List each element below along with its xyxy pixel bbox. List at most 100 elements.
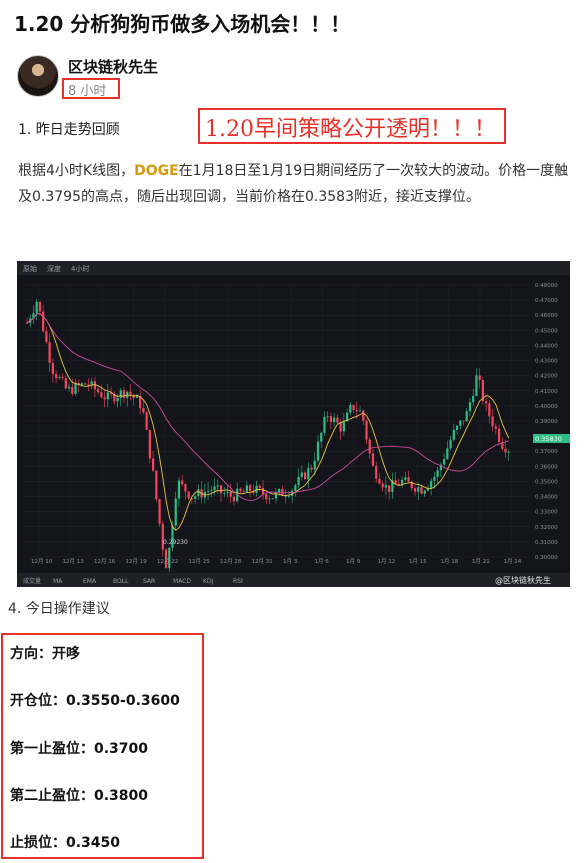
price-tick-label: 0.34000 (535, 495, 558, 501)
candle-body (61, 377, 64, 379)
chart-indicator-tab[interactable]: MA (53, 578, 63, 585)
chart-toolbar-interval[interactable]: 4小时 (71, 264, 89, 273)
chart-bottom-bar (17, 573, 570, 587)
op-entry: 开仓位：0.3550-0.3600 (10, 693, 180, 709)
candle-body (119, 390, 122, 398)
price-tick-label: 0.30000 (535, 555, 558, 561)
candle-body (310, 467, 313, 470)
candle-body (436, 470, 439, 477)
candle-body (413, 488, 417, 492)
date-tick-label: 12月 13 (63, 558, 85, 565)
candle-body (35, 301, 38, 314)
price-tick-label: 0.48000 (535, 283, 558, 289)
author-name[interactable]: 区块链秋先生 (68, 56, 158, 77)
candle-body (174, 498, 177, 526)
price-tick-label: 0.43000 (535, 359, 558, 365)
candle-body (261, 487, 265, 495)
candle-body (339, 422, 342, 432)
candle-body (417, 487, 420, 492)
candle-body (507, 451, 510, 453)
price-tick-label: 0.37000 (535, 449, 558, 455)
date-tick-label: 12月 28 (220, 558, 242, 565)
candle-body (55, 374, 58, 379)
candle-body (216, 485, 219, 487)
candle-body (465, 411, 468, 422)
current-price-label: 0.35830 (535, 435, 562, 443)
candle-body (103, 397, 106, 400)
date-tick-label: 12月 10 (31, 558, 53, 565)
date-axis: 12月 10 12月 13 12月 16 12月 19 12月 22 12月 25 12月 … (31, 558, 522, 565)
chart-indicator-tab[interactable]: KDJ (203, 578, 214, 585)
candle-body (74, 382, 77, 394)
chart-toolbar-original[interactable]: 原始 (23, 264, 37, 273)
low-price-label: 0.29230 (163, 539, 188, 546)
chart-indicator-tab[interactable]: EMA (83, 578, 97, 585)
candle-body (155, 470, 158, 500)
candle-body (232, 496, 236, 502)
candle-body (122, 390, 126, 398)
candle-body (206, 490, 210, 492)
date-tick-label: 1月 3 (283, 558, 298, 565)
price-tick-label: 0.33000 (535, 510, 558, 516)
chart-indicator-tab[interactable]: MACD (173, 578, 191, 585)
section-heading-review: 1. 昨日走势回顾 (18, 122, 120, 138)
candle-body (268, 498, 271, 500)
price-axis: 0.48000 0.47000 0.46000 0.45000 0.44000 0.430… (535, 283, 558, 561)
candle-body (242, 491, 245, 493)
candle-body (455, 425, 459, 431)
chart-indicator-tab[interactable]: SAR (143, 578, 155, 585)
candle-body (64, 378, 67, 389)
price-tick-label: 0.44000 (535, 343, 558, 349)
price-tick-label: 0.32000 (535, 525, 558, 531)
candle-body (472, 395, 475, 403)
chart-watermark: @区块链秋先生 (495, 575, 551, 585)
candle-body (245, 485, 248, 492)
candle-body (287, 495, 290, 497)
candle-body (210, 490, 213, 492)
candle-body (116, 397, 119, 402)
candle-body (329, 416, 333, 422)
candle-body (145, 412, 148, 430)
price-tick-label: 0.35000 (535, 479, 558, 485)
candle-body (362, 410, 365, 421)
candle-body (265, 494, 268, 500)
chart-indicator-tab[interactable]: RSI (233, 578, 243, 585)
op-stoploss: 止损位：0.3450 (10, 835, 121, 851)
candle-body (378, 478, 381, 484)
candle-body (152, 458, 155, 471)
candle-body (333, 417, 336, 422)
candle-body (342, 421, 345, 432)
candle-body (184, 484, 187, 492)
candle-body (407, 477, 410, 482)
ma-long-line (26, 313, 509, 502)
ma-short-line (26, 313, 510, 531)
candle-body (67, 386, 71, 389)
post-title: 1.20 分析狗狗币做多入场机会！！！ (14, 12, 351, 36)
candle-body (142, 408, 145, 413)
candle-body (38, 301, 42, 312)
author-avatar[interactable] (17, 55, 59, 97)
candle-body (430, 480, 433, 488)
candle-body (258, 485, 261, 488)
candle-body (239, 488, 242, 492)
coin-link[interactable]: DOGE (134, 163, 179, 179)
candle-body (42, 311, 45, 332)
candle-body (336, 417, 339, 423)
chart-indicator-tab[interactable]: BOLL (113, 578, 129, 585)
chart-toolbar-depth[interactable]: 深度 (47, 264, 61, 273)
date-tick-label: 12月 16 (94, 558, 116, 565)
candle-body (229, 491, 232, 497)
kline-chart-image[interactable]: 原始 深度 4小时 0.48000 0.47000 0.46000 0.45000 0.… (17, 261, 570, 587)
candle-body (129, 391, 132, 395)
candle-body (249, 485, 252, 492)
candle-body (100, 392, 103, 398)
post-time: 8 小时 (68, 84, 107, 99)
candle-body (384, 485, 387, 488)
candle-body (84, 383, 87, 385)
chart-indicator-tab[interactable]: 成交量 (23, 577, 41, 585)
candle-body (307, 467, 310, 480)
date-tick-label: 1月 6 (315, 558, 330, 565)
op-tp2: 第二止盈位：0.3800 (10, 788, 149, 804)
candle-body (226, 491, 229, 493)
candle-body (371, 453, 375, 466)
